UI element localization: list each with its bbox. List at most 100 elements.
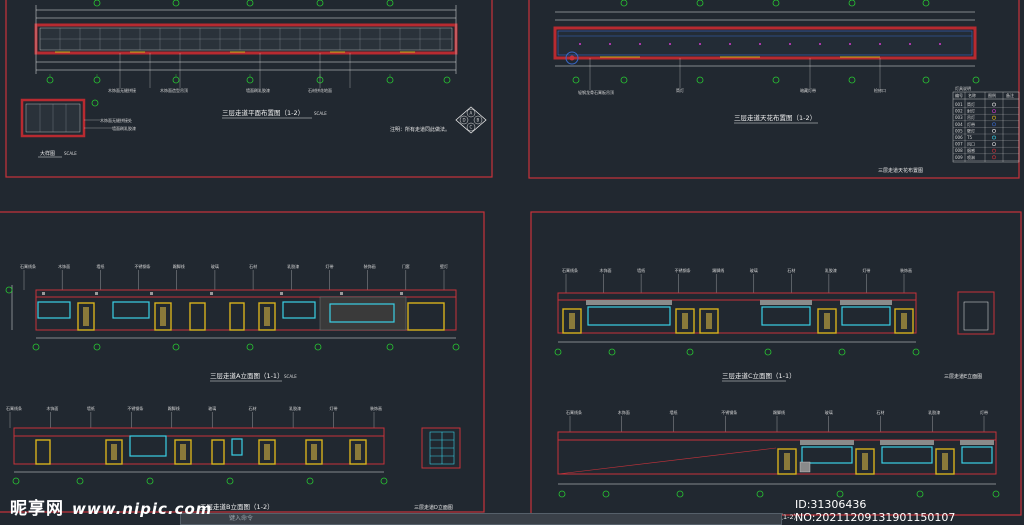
callout-label: 踢脚线: [773, 409, 785, 415]
detail-title: 大样图: [40, 150, 55, 157]
callout-label: 木饰面: [58, 263, 70, 269]
legend-symbol-icon: [992, 102, 996, 107]
ceiling-callout-3: 暗藏灯带: [800, 87, 816, 93]
callout-label: 灯带: [862, 267, 870, 273]
plan-scale: SCALE: [314, 111, 327, 116]
watermark-id: ID:31306436 NO:20211209131901150107: [795, 498, 956, 524]
callout-label: 玻璃: [208, 405, 216, 411]
ceiling-callout-2: 筒灯: [676, 87, 684, 93]
callout-label: 灯带: [325, 263, 333, 269]
plan-title: 三层走道平面布置图（1-2）: [222, 108, 304, 117]
callout-label: 玻璃: [825, 409, 833, 415]
legend-row-name: 筒灯: [967, 101, 975, 107]
side-elevation-e: [957, 291, 995, 335]
callout-label: 墙纸: [637, 267, 645, 273]
callout-label: 石膏线条: [6, 405, 22, 411]
legend-row-name: 风口: [967, 142, 975, 147]
elevation-d-callouts: 石膏线条 木饰面 墙纸 不锈钢条 踢脚线 玻璃 石材 乳胶漆 灯带: [566, 409, 988, 432]
callout-label: 墙纸: [670, 409, 678, 415]
cad-drawing-canvas: 木饰面无缝拼接 木饰面造型吊顶 墙面刷乳胶漆 石材拼花地面 三层走道平面布置图（…: [0, 0, 1022, 521]
callout-label: 乳胶漆: [928, 409, 940, 415]
command-line-placeholder: 键入命令: [229, 515, 254, 522]
legend-row-name: 射灯: [967, 108, 975, 114]
compass-c: C: [470, 125, 473, 130]
elevation-c-grid-markers: [554, 348, 920, 356]
elevation-d-grid-markers: [558, 490, 1000, 498]
legend-row-number: 006: [955, 135, 963, 140]
callout-label: 木饰面: [600, 267, 612, 273]
legend-header-note: 备注: [1006, 92, 1014, 98]
callout-label: 乳胶漆: [287, 263, 299, 269]
legend-symbol-icon: [992, 135, 996, 140]
elevation-c-doors: [562, 308, 914, 334]
legend-row-name: 烟感: [967, 147, 975, 153]
legend-symbol-icon: [992, 148, 996, 153]
callout-label: 乳胶漆: [825, 267, 837, 273]
elevation-d-side-title: 三层走道D立面图: [414, 504, 453, 511]
side-elevation-e-opening: [963, 301, 989, 331]
command-line-bar[interactable]: 键入命令: [180, 513, 782, 525]
elevation-c-bulkheads: [586, 300, 892, 305]
ceiling-panel: [557, 30, 973, 56]
legend-symbol-icon: [992, 128, 996, 133]
callout-label: 石膏线条: [20, 263, 36, 269]
callout-label: 门套: [402, 263, 410, 269]
elevation-b-callouts: 石膏线条 木饰面 墙纸 不锈钢条 踢脚线 玻璃 石材 乳胶漆 灯带 装饰画: [6, 405, 382, 428]
detail-scale: SCALE: [64, 151, 77, 156]
legend-row-name: T5: [966, 135, 972, 140]
ceiling-title: 三层走道天花布置图（1-2）: [734, 113, 816, 122]
callout-label: 装饰画: [364, 263, 376, 269]
elevation-d-bulkheads: [800, 440, 994, 445]
panel-ceiling-plan: 轻钢龙骨石膏板吊顶 筒灯 暗藏灯带 检修口 三层走道天花布置图（1-2） 三层走…: [528, 0, 1020, 179]
callout-label: 石材: [787, 267, 795, 273]
panel-frame: [0, 211, 485, 513]
legend-symbol-icon: [992, 109, 996, 114]
legend-header-no: 编号: [955, 92, 963, 98]
legend-header-name: 名称: [968, 92, 976, 98]
detail-callout-1: 木饰面无缝拼接处: [100, 117, 132, 123]
compass-icon: A B C D: [455, 106, 487, 134]
elevation-b-outline: [13, 427, 385, 465]
legend-row-number: 008: [955, 148, 963, 153]
callout-label: 石膏线条: [566, 409, 582, 415]
callout-1: 木饰面无缝拼接: [108, 87, 136, 93]
elevation-c-title: 三层走道C立面图（1-1）: [722, 371, 796, 380]
callout-label: 石材: [249, 405, 257, 411]
plan-note: 注明：所有走道同此做法。: [390, 126, 450, 133]
elevation-b-door-inlays: [111, 444, 361, 460]
elevation-c-outline: [557, 292, 917, 334]
elevation-c-door-inlays: [569, 313, 907, 329]
elevation-a-title: 三层走道A立面图（1-1）: [210, 371, 284, 380]
callout-label: 墙纸: [96, 263, 104, 269]
callout-leaders: [119, 53, 351, 88]
ceiling-leaders: [589, 58, 881, 90]
lighting-legend: 灯具说明 编号 名称 图例 备注 001 筒灯 002 射灯 003 吊灯 004 灯带 005…: [952, 85, 1020, 163]
callout-label: 乳胶漆: [289, 405, 301, 411]
callout-label: 玻璃: [211, 263, 219, 269]
legend-header-symbol: 图例: [988, 92, 996, 98]
stone-panel: [319, 296, 407, 331]
watermark-brand: 昵享网: [10, 499, 64, 519]
detail-drawing: [20, 98, 112, 138]
legend-row-number: 007: [955, 142, 963, 147]
callout-label: 不锈钢条: [721, 409, 737, 415]
legend-row-number: 001: [955, 102, 963, 107]
section-marker-core: [569, 55, 575, 61]
callout-label: 装饰画: [370, 405, 382, 411]
callout-label: 玻璃: [750, 267, 758, 273]
elevation-a-scale: SCALE: [284, 374, 297, 379]
callout-label: 装饰画: [900, 267, 912, 273]
legend-row-number: 003: [955, 115, 963, 120]
callout-label: 石材: [249, 263, 257, 269]
legend-symbol-icon: [992, 142, 996, 147]
legend-rows: 001 筒灯 002 射灯 003 吊灯 004 灯带 005 壁灯 006 T5007 风口 008 烟感…: [953, 101, 1019, 161]
ceiling-subtitle: 三层走道天花布置图: [878, 167, 923, 174]
callout-label: 不锈钢条: [135, 263, 151, 269]
callout-2: 木饰面造型吊顶: [160, 87, 188, 93]
stair-slope: [557, 447, 777, 475]
callout-label: 石膏线条: [562, 267, 578, 273]
compass-b: B: [477, 118, 480, 123]
elevation-e-side-title: 三层走道E立面图: [944, 373, 982, 380]
callout-label: 不锈钢条: [675, 267, 691, 273]
ceiling-callout-4: 检修口: [874, 87, 886, 93]
